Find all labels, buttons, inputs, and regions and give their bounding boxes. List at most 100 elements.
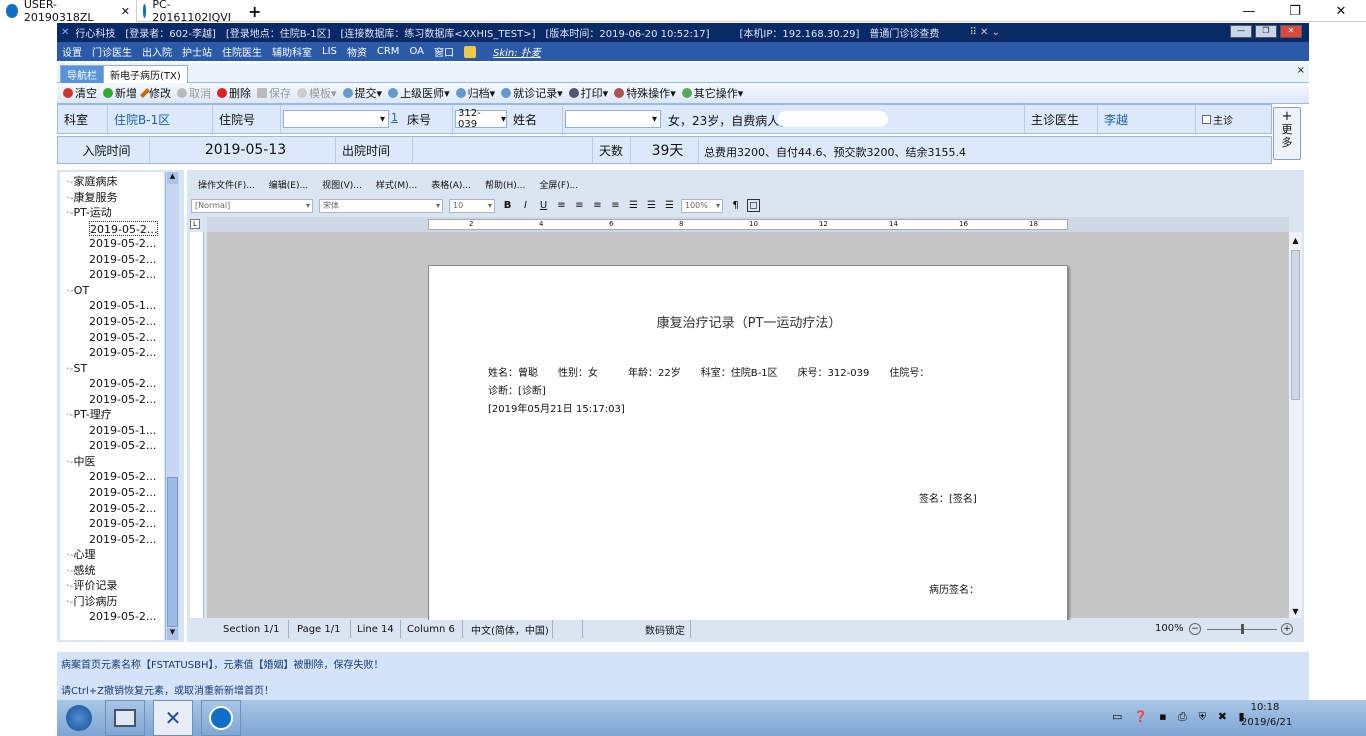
tree-item[interactable]: 2019-05-2... <box>89 532 156 547</box>
editor-menu-file[interactable]: 操作文件(F)... <box>198 178 255 191</box>
scroll-down-icon[interactable]: ▼ <box>167 628 178 640</box>
menu-nurse-station[interactable]: 护士站 <box>182 44 212 59</box>
menu-crm[interactable]: CRM <box>377 46 400 57</box>
app-minimize-button[interactable]: — <box>1230 25 1252 38</box>
tree-item[interactable]: 2019-05-2... <box>89 516 156 531</box>
submit-button[interactable]: 提交 ▾ <box>342 85 382 101</box>
save-button[interactable]: 保存 <box>257 85 291 101</box>
tree-item[interactable]: 2019-05-2... <box>89 220 159 236</box>
bold-button[interactable]: B <box>501 199 514 212</box>
archive-button[interactable]: 归档 ▾ <box>455 85 495 101</box>
inpatient-no-input[interactable]: ▾ <box>283 110 389 128</box>
clear-button[interactable]: 清空 <box>63 85 97 101</box>
tree-group[interactable]: ·-PT-运动 <box>66 205 112 220</box>
menu-materials[interactable]: 物资 <box>347 44 367 59</box>
edit-button[interactable]: 修改 <box>140 85 171 101</box>
document-signature[interactable]: 签名：[签名] <box>919 490 977 505</box>
special-ops-button[interactable]: 特殊操作 ▾ <box>614 85 676 101</box>
remote-toolbar-icons[interactable]: ⠿ ✕ ⌄ <box>969 27 999 38</box>
tray-icons[interactable]: ▭ ❓ ▪ ⎙ ⛨ ✖ ▮ <box>1112 710 1249 724</box>
menu-window[interactable]: 窗口 <box>434 44 454 59</box>
tree-group[interactable]: ·-心理 <box>66 547 95 562</box>
tree-group[interactable]: ·-PT-理疗 <box>66 407 112 422</box>
numbered-list-icon[interactable]: ☰ <box>645 199 658 212</box>
close-tab-icon[interactable]: ✕ <box>121 5 130 18</box>
editor-menu-fullscreen[interactable]: 全屏(F)... <box>539 178 578 191</box>
zoom-out-icon[interactable]: − <box>1189 623 1201 635</box>
close-window-button[interactable]: ✕ <box>1318 0 1364 22</box>
tree-item[interactable]: 2019-05-2... <box>89 345 156 360</box>
font-select[interactable]: 宋体 ▾ <box>319 198 443 213</box>
tree-group[interactable]: ·-感统 <box>66 563 95 578</box>
editor-menu-style[interactable]: 样式(M)... <box>376 178 417 191</box>
tab-emr[interactable]: 新电子病历(TX) <box>103 65 188 83</box>
indent-icon[interactable]: ☰ <box>663 199 676 212</box>
new-tab-button[interactable]: + <box>242 0 262 22</box>
senior-doctor-button[interactable]: 上级医师 ▾ <box>388 85 450 101</box>
align-left-icon[interactable]: ≡ <box>555 199 568 212</box>
scroll-up-icon[interactable]: ▲ <box>167 172 178 184</box>
start-button[interactable] <box>59 700 99 736</box>
delete-button[interactable]: 删除 <box>217 85 251 101</box>
session-tab-pc[interactable]: PC-20161102IQVI <box>137 0 237 24</box>
editor-menu-view[interactable]: 视图(V)... <box>322 178 362 191</box>
tree-group[interactable]: ·-康复服务 <box>66 190 117 205</box>
tree-item[interactable]: 2019-05-2... <box>89 330 156 345</box>
restore-button[interactable]: ❐ <box>1272 0 1318 22</box>
paragraph-mark-icon[interactable]: ¶ <box>729 199 742 212</box>
skin-link[interactable]: Skin: 扑麦 <box>493 44 541 59</box>
menu-settings[interactable]: 设置 <box>62 44 82 59</box>
align-right-icon[interactable]: ≡ <box>591 199 604 212</box>
tab-stop-icon[interactable]: L <box>190 219 200 229</box>
italic-button[interactable]: I <box>519 199 532 212</box>
other-ops-button[interactable]: 其它操作 ▾ <box>681 85 743 101</box>
tree-item[interactable]: 2019-05-2... <box>89 314 156 329</box>
show-grid-icon[interactable]: ◻ <box>747 199 760 212</box>
document-page[interactable]: 康复治疗记录（PT一运动疗法） 姓名：曾聪 性别：女 年龄：22岁 科室：住院B… <box>428 265 1068 625</box>
size-select[interactable]: 10 ▾ <box>449 198 495 213</box>
print-button[interactable]: 打印 ▾ <box>568 85 608 101</box>
session-tab-user[interactable]: USER-20190318ZL ✕ <box>0 0 137 24</box>
tree-group[interactable]: ·-中医 <box>66 454 95 469</box>
taskbar-app-his[interactable]: ✕ <box>153 700 193 736</box>
cancel-button[interactable]: 取消 <box>177 85 211 101</box>
visit-record-button[interactable]: 就诊记录 ▾ <box>501 85 563 101</box>
main-doctor-checkbox[interactable]: 主诊 <box>1202 112 1233 127</box>
tree-item[interactable]: 2019-05-2... <box>89 236 156 251</box>
tree-item[interactable]: 2019-05-1... <box>89 298 156 313</box>
tree-group[interactable]: ·-门诊病历 <box>66 594 117 609</box>
document-scrollbar[interactable]: ▲ ▼ <box>1289 232 1302 618</box>
document-diagnosis[interactable]: 诊断：[诊断] <box>488 382 546 397</box>
tree-item[interactable]: 2019-05-1... <box>89 423 156 438</box>
name-input[interactable]: ▾ <box>565 110 661 128</box>
align-center-icon[interactable]: ≡ <box>573 199 586 212</box>
app-close-button[interactable]: ✕ <box>1280 25 1302 38</box>
minimize-button[interactable]: — <box>1226 0 1272 22</box>
menu-outpatient-doctor[interactable]: 门诊医生 <box>92 44 132 59</box>
clock-time[interactable]: 10:18 <box>1245 702 1285 713</box>
more-button[interactable]: + 更多 <box>1273 107 1301 160</box>
menu-auxiliary-dept[interactable]: 辅助科室 <box>272 44 312 59</box>
tree-item[interactable]: 2019-05-2... <box>89 267 156 282</box>
menu-inpatient-doctor[interactable]: 住院医生 <box>222 44 262 59</box>
zoom-slider-thumb[interactable] <box>1241 624 1244 634</box>
tree-group[interactable]: ·-ST <box>66 361 87 376</box>
tree-scrollbar[interactable]: ▲ ▼ <box>165 172 179 640</box>
style-select[interactable]: [Normal] ▾ <box>191 198 313 213</box>
scroll-up-icon[interactable]: ▲ <box>1289 236 1302 245</box>
clock-date[interactable]: 2019/6/21 <box>1241 717 1292 728</box>
tree-group[interactable]: ·-家庭病床 <box>66 174 117 189</box>
editor-menu-edit[interactable]: 编辑(E)... <box>269 178 308 191</box>
tree-item[interactable]: 2019-05-2... <box>89 252 156 267</box>
template-button[interactable]: 模板 ▾ <box>297 85 337 101</box>
menu-oa[interactable]: OA <box>409 46 424 57</box>
bed-input[interactable]: 312-039 ▾ <box>455 108 507 130</box>
editor-menu-help[interactable]: 帮助(H)... <box>485 178 525 191</box>
app-restore-button[interactable]: ❐ <box>1255 25 1277 38</box>
zoom-in-icon[interactable]: + <box>1281 623 1293 635</box>
tree-item[interactable]: 2019-05-2... <box>89 469 156 484</box>
taskbar-app-teamviewer[interactable] <box>201 700 241 736</box>
tree-item[interactable]: 2019-05-2... <box>89 485 156 500</box>
tree-item[interactable]: 2019-05-2... <box>89 609 156 624</box>
add-button[interactable]: 新增 <box>103 85 137 101</box>
